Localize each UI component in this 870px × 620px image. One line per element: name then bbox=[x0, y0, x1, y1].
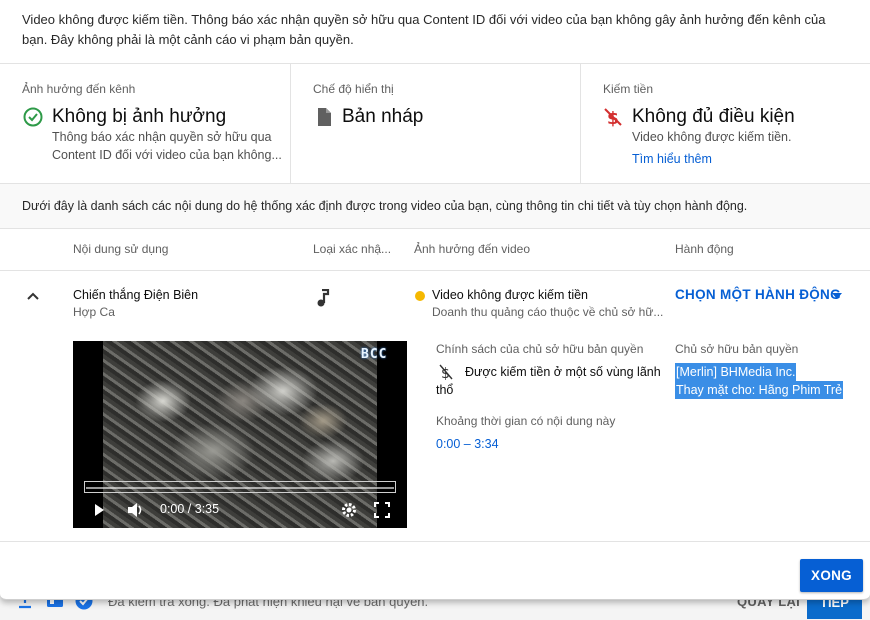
channel-impact-value: Không bị ảnh hưởng bbox=[52, 106, 227, 127]
monetization-banner: Video không được kiếm tiền. Thông báo xá… bbox=[22, 12, 826, 47]
duration-heading: Khoảng thời gian có nội dung này bbox=[436, 414, 616, 428]
copyright-claim-dialog: Video không được kiếm tiền. Thông báo xá… bbox=[0, 0, 870, 600]
owner-heading: Chủ sở hữu bản quyền bbox=[675, 342, 799, 356]
music-note-icon bbox=[317, 289, 330, 307]
collapse-chevron-icon[interactable] bbox=[26, 290, 40, 302]
column-action: Hành động bbox=[675, 242, 734, 256]
owner-represents: Thay mặt cho: Hãng Phim Trẻ bbox=[675, 381, 844, 399]
draft-document-icon bbox=[318, 108, 331, 126]
video-player[interactable]: BCC 0:00 / 3:35 bbox=[73, 341, 407, 528]
volume-icon[interactable] bbox=[127, 502, 145, 518]
divider bbox=[0, 183, 870, 184]
info-text: Dưới đây là danh sách các nội dung do hệ… bbox=[22, 199, 748, 213]
status-dot-icon bbox=[415, 291, 425, 301]
duration-value[interactable]: 0:00 – 3:34 bbox=[436, 437, 499, 451]
content-title: Chiến thắng Điện Biên bbox=[73, 288, 199, 302]
divider bbox=[580, 64, 581, 184]
monetization-desc: Video không được kiếm tiền. bbox=[632, 130, 792, 144]
progress-bar[interactable] bbox=[84, 481, 396, 493]
divider bbox=[0, 270, 870, 271]
fullscreen-icon[interactable] bbox=[374, 502, 390, 518]
channel-watermark: BCC bbox=[361, 347, 388, 362]
content-artist: Hợp Ca bbox=[73, 305, 115, 319]
choose-action-dropdown[interactable]: CHỌN MỘT HÀNH ĐỘNG bbox=[675, 287, 841, 302]
chevron-down-icon[interactable] bbox=[831, 292, 843, 300]
policy-text: Được kiếm tiền ở một số vùng lãnh bbox=[465, 365, 661, 379]
impact-detail: Doanh thu quảng cáo thuộc về chủ sở hữ..… bbox=[432, 305, 664, 319]
divider bbox=[0, 541, 870, 542]
column-content-used: Nội dung sử dụng bbox=[73, 242, 169, 256]
channel-impact-title: Ảnh hưởng đến kênh bbox=[22, 82, 136, 96]
check-circle-icon bbox=[23, 107, 43, 127]
column-claim-type: Loại xác nhậ... bbox=[313, 242, 392, 256]
gear-icon[interactable] bbox=[341, 502, 357, 518]
no-monetization-icon: $ bbox=[604, 108, 622, 127]
learn-more-link[interactable]: Tìm hiểu thêm bbox=[632, 152, 712, 166]
play-icon[interactable] bbox=[91, 502, 107, 518]
divider bbox=[290, 64, 291, 184]
video-frame bbox=[103, 341, 377, 528]
monetization-title: Kiếm tiền bbox=[603, 82, 654, 96]
policy-heading: Chính sách của chủ sở hữu bản quyền bbox=[436, 342, 644, 356]
partial-monetization-icon: $ bbox=[439, 364, 453, 380]
channel-impact-desc: Content ID đối với video của bạn không..… bbox=[52, 148, 282, 162]
visibility-value: Bản nháp bbox=[342, 106, 424, 127]
monetization-value: Không đủ điều kiện bbox=[632, 106, 795, 127]
visibility-title: Chế độ hiển thị bbox=[313, 82, 394, 96]
video-time: 0:00 / 3:35 bbox=[160, 502, 220, 516]
column-video-impact: Ảnh hưởng đến video bbox=[414, 242, 530, 256]
policy-text: thổ bbox=[436, 383, 454, 397]
impact-status: Video không được kiếm tiền bbox=[432, 288, 589, 302]
done-button[interactable]: XONG bbox=[800, 559, 863, 592]
divider bbox=[0, 63, 870, 64]
owner-name: [Merlin] BHMedia Inc. bbox=[675, 363, 797, 381]
divider bbox=[0, 228, 870, 229]
channel-impact-desc: Thông báo xác nhận quyền sở hữu qua bbox=[52, 130, 272, 144]
